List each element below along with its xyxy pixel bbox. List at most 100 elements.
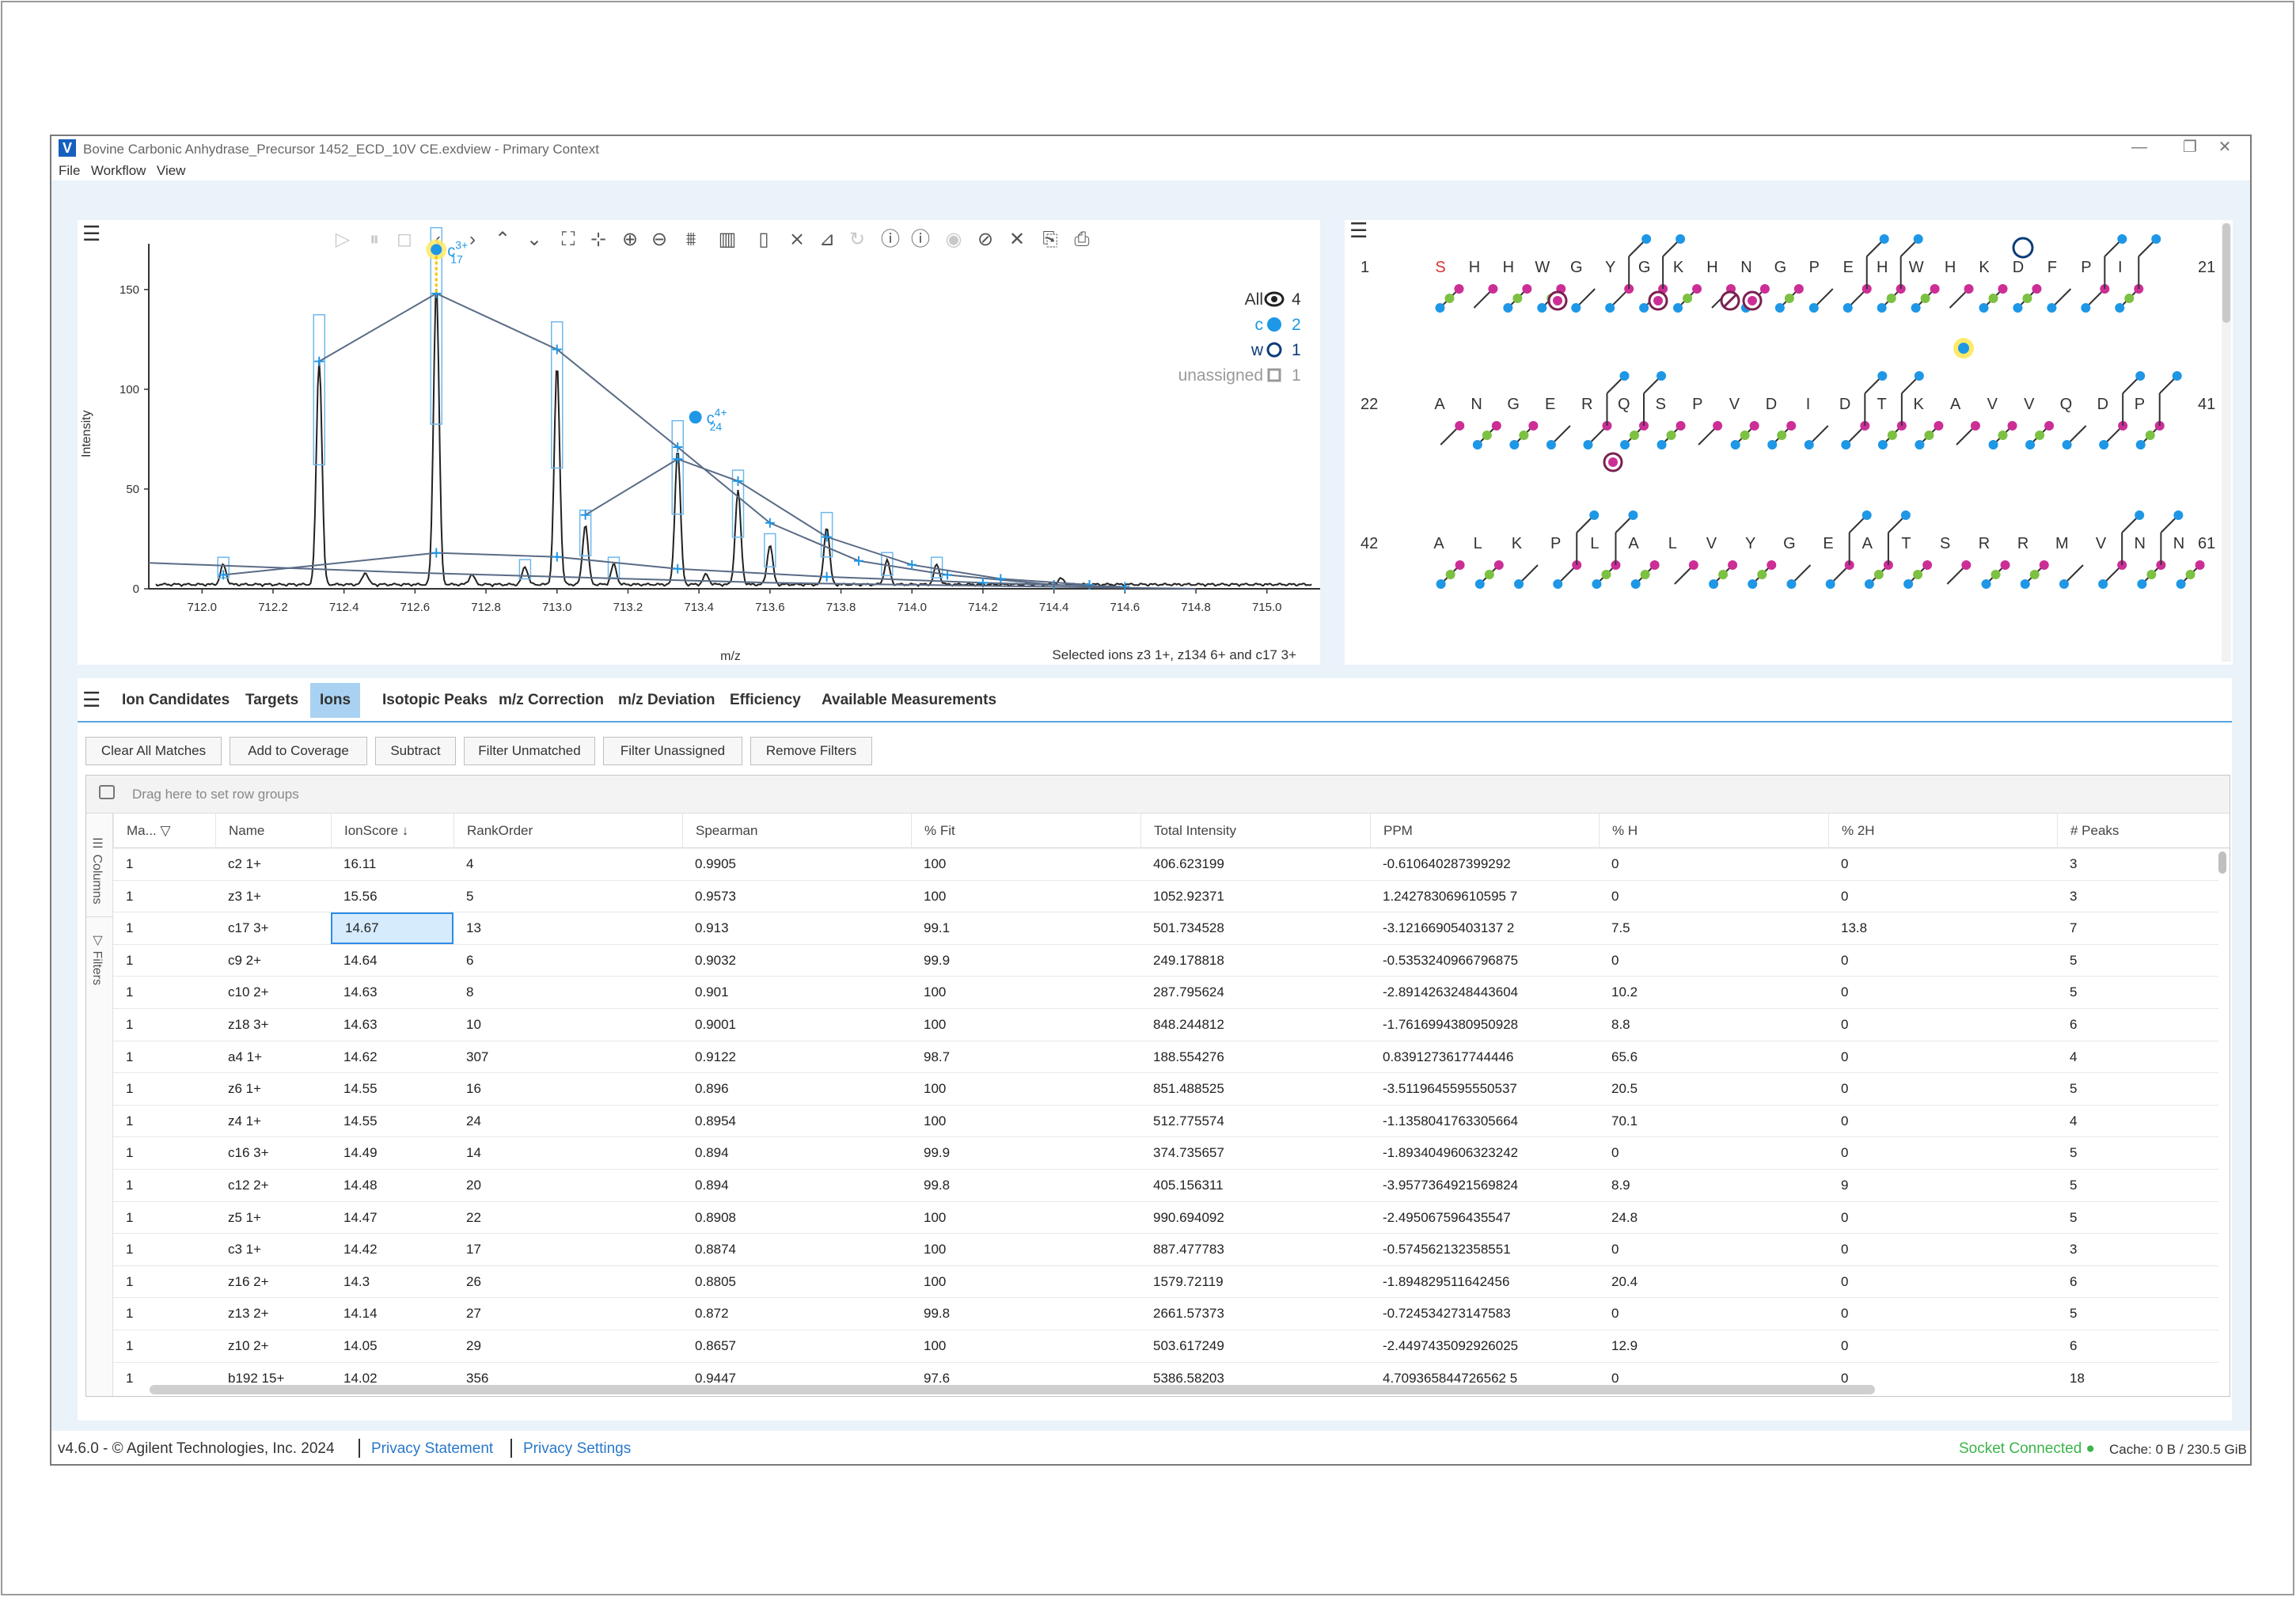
table-row[interactable]: 1 z10 2+ 14.05 29 0.8657 100 503.617249 -2.4497… [113,1330,2218,1363]
residue-letter[interactable]: Y [1605,259,1615,276]
table-cell[interactable]: 100 [911,1266,1140,1298]
table-cell[interactable]: 4 [2057,1041,2218,1073]
table-cell[interactable]: 14.63 [331,1009,454,1041]
table-row[interactable]: 1 c2 1+ 16.11 4 0.9905 100 406.623199 -0.610640… [113,848,2218,881]
table-cell[interactable]: z10 2+ [215,1330,331,1362]
table-cell[interactable]: 6 [2057,1266,2218,1298]
table-cell[interactable]: 7 [2057,912,2218,944]
table-cell[interactable]: 3 [2057,881,2218,912]
residue-letter[interactable]: V [1706,535,1717,552]
theoretical-peak-marker[interactable] [822,532,832,542]
theoretical-peak-marker[interactable] [673,454,683,465]
residue-letter[interactable]: H [1706,259,1717,276]
table-cell[interactable]: 0.8805 [682,1266,911,1298]
table-cell[interactable]: -2.4497435092926025 [1370,1330,1599,1362]
table-cell[interactable]: 0 [1599,945,1828,977]
subtract-button[interactable]: Subtract [375,737,456,765]
table-cell[interactable]: 98.7 [911,1041,1140,1073]
tab-mz-deviation[interactable]: m/z Deviation [609,683,724,718]
residue-letter[interactable]: P [1692,396,1702,413]
table-cell[interactable]: 18 [2057,1363,2218,1386]
pink-ring-marker[interactable] [1742,290,1763,311]
cleavage-marker[interactable] [1730,421,1759,450]
selected-residue-marker[interactable] [1953,338,1974,358]
table-cell[interactable]: 851.488525 [1140,1073,1370,1105]
tab-efficiency[interactable]: Efficiency [720,683,810,718]
table-row[interactable]: 1 a4 1+ 14.62 307 0.9122 98.7 188.554276 0.8391… [113,1041,2218,1074]
table-cell[interactable]: 24 [454,1106,682,1137]
sequence-scroll-thumb[interactable] [2222,223,2230,323]
tabs-menu-icon[interactable]: ☰ [82,689,101,710]
table-cell[interactable]: 0.8874 [682,1234,911,1265]
table-cell[interactable]: 99.1 [911,912,1140,944]
table-cell[interactable]: 1 [113,1041,215,1073]
residue-letter[interactable]: W [1909,259,1924,276]
tab-isotopic-peaks[interactable]: Isotopic Peaks [373,683,497,718]
cleavage-marker[interactable] [1472,421,1501,450]
residue-letter[interactable]: E [1843,259,1854,276]
table-cell[interactable]: 2661.57373 [1140,1298,1370,1330]
residue-letter[interactable]: R [1581,396,1592,413]
table-cell[interactable]: 14.62 [331,1041,454,1073]
table-cell[interactable]: b192 15+ [215,1363,331,1386]
cleavage-marker[interactable] [1903,560,1933,589]
tab-ions[interactable]: Ions [310,683,361,718]
residue-letter[interactable]: A [1433,535,1444,552]
table-row[interactable]: 1 z3 1+ 15.56 5 0.9573 100 1052.92371 1.2427830… [113,881,2218,913]
table-cell[interactable]: 0 [1828,1266,2057,1298]
table-cell[interactable]: 0 [1599,1363,1828,1386]
table-cell[interactable]: 10 [454,1009,682,1041]
table-cell[interactable]: 5 [2057,1298,2218,1330]
table-cell[interactable]: a4 1+ [215,1041,331,1073]
cleavage-marker[interactable] [1546,425,1571,450]
residue-letter[interactable]: R [2017,535,2028,552]
table-cell[interactable]: 100 [911,1330,1140,1362]
table-cell[interactable]: -3.12166905403137 2 [1370,912,1599,944]
table-cell[interactable]: 501.734528 [1140,912,1370,944]
table-cell[interactable]: 1 [113,1234,215,1265]
cleavage-marker[interactable] [1981,560,2010,589]
table-cell[interactable]: 0 [1828,1106,2057,1137]
privacy-settings-link[interactable]: Privacy Settings [523,1440,631,1458]
theoretical-peak-marker[interactable] [580,510,590,520]
table-cell[interactable]: 100 [911,1106,1140,1137]
cleavage-marker[interactable] [1503,284,1532,313]
residue-letter[interactable]: P [2135,396,2145,413]
peak-marker[interactable] [689,411,702,424]
minimize-button[interactable]: — [2114,136,2165,160]
columns-tool-panel-button[interactable]: ☰ Columns [89,836,104,905]
cleavage-marker[interactable] [1474,560,1504,589]
table-cell[interactable]: -0.610640287399292 [1370,848,1599,880]
cleavage-marker[interactable] [1673,284,1702,313]
table-cell[interactable]: 356 [454,1363,682,1386]
sequence-scrollbar[interactable] [2222,223,2231,662]
table-row[interactable]: 1 z5 1+ 14.47 22 0.8908 100 990.694092 -2.49506… [113,1202,2218,1235]
residue-letter[interactable]: W [1535,259,1550,276]
table-cell[interactable]: 15.56 [331,881,454,912]
filter-icon[interactable]: ▽ [157,823,171,838]
table-cell[interactable]: 97.6 [911,1363,1140,1386]
residue-letter[interactable]: D [1766,396,1777,413]
table-cell[interactable]: 0.913 [682,912,911,944]
residue-letter[interactable]: H [1877,259,1888,276]
table-cell[interactable]: 374.735657 [1140,1137,1370,1169]
residue-letter[interactable]: V [1729,396,1740,413]
table-cell[interactable]: 14.14 [331,1298,454,1330]
table-cell[interactable]: 1 [113,1073,215,1105]
cleavage-marker[interactable] [1514,564,1539,589]
table-cell[interactable]: -2.495067596435547 [1370,1202,1599,1234]
table-cell[interactable]: 0 [1828,1009,2057,1041]
residue-letter[interactable]: D [1839,396,1850,413]
residue-letter[interactable]: N [1471,396,1482,413]
residue-letter[interactable]: T [1901,535,1911,552]
table-cell[interactable]: 5 [2057,1202,2218,1234]
residue-letter[interactable]: H [1469,259,1480,276]
table-cell[interactable]: 0 [1828,1234,2057,1265]
table-cell[interactable]: 990.694092 [1140,1202,1370,1234]
theoretical-peak-marker[interactable] [733,476,743,486]
cleavage-marker[interactable] [1436,560,1465,589]
table-cell[interactable]: -0.5353240966796875 [1370,945,1599,977]
table-cell[interactable]: 188.554276 [1140,1041,1370,1073]
table-cell[interactable]: 5 [2057,1073,2218,1105]
residue-letter[interactable]: K [1673,259,1684,276]
